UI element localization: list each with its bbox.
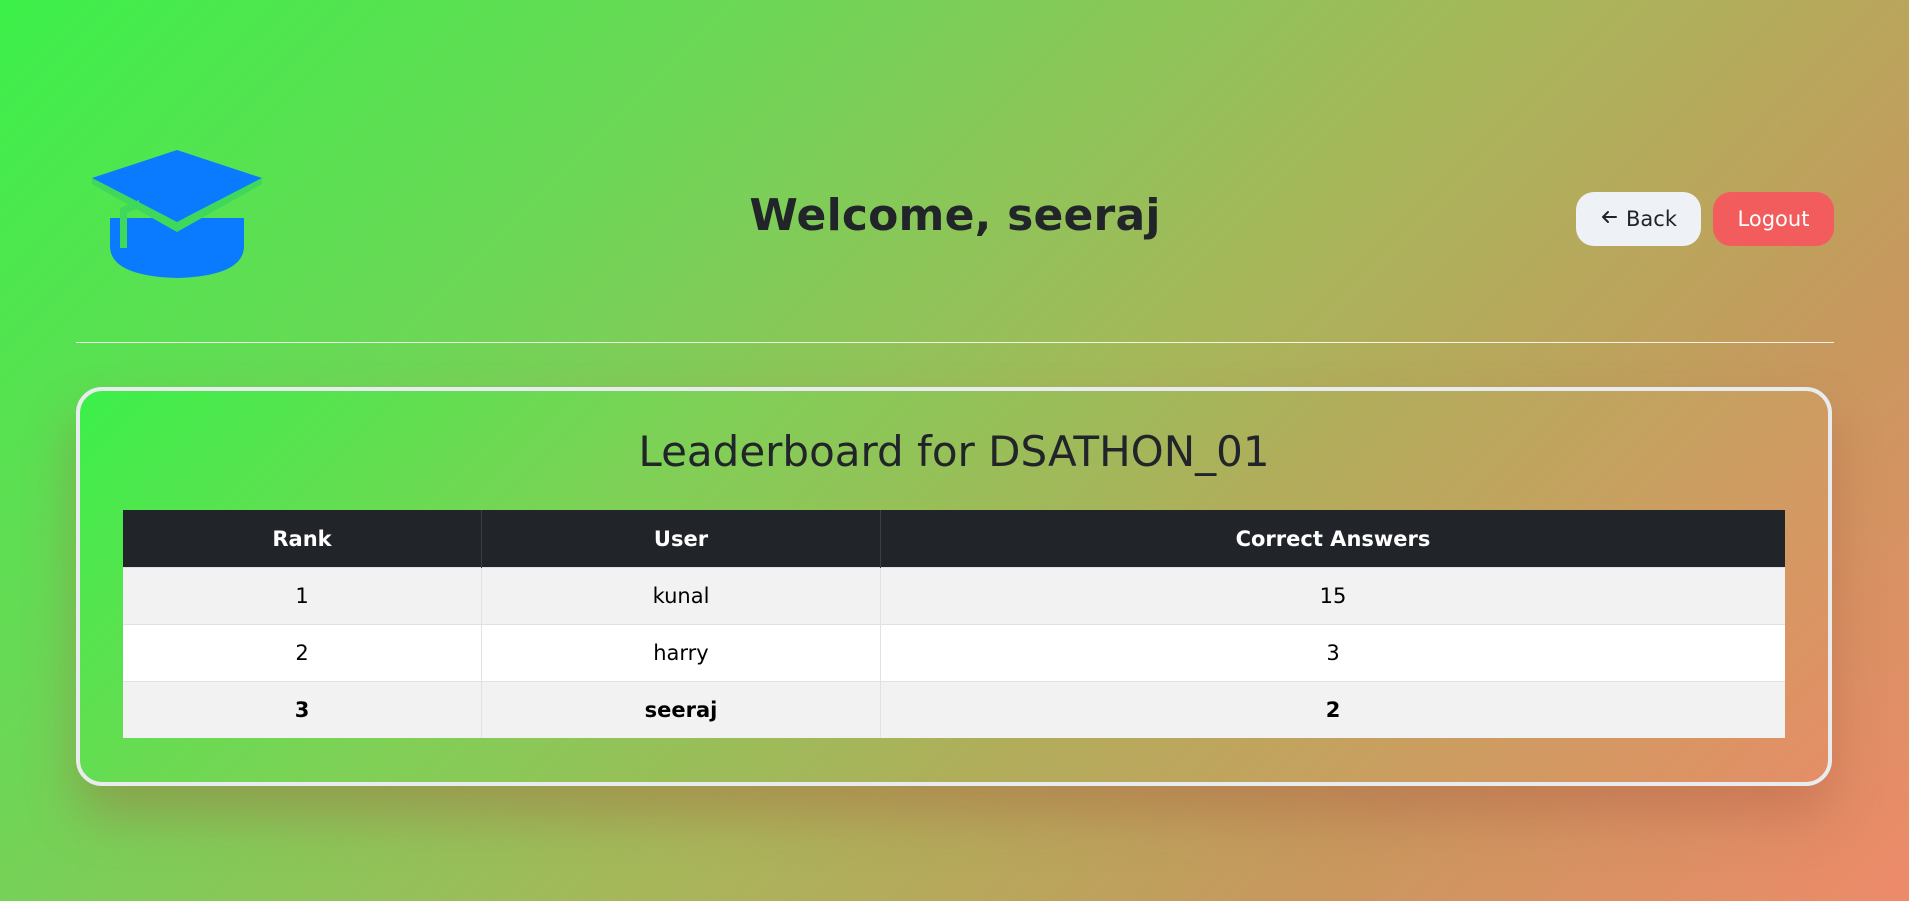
page: Welcome, seeraj Back Logout Leaderboard … bbox=[0, 0, 1909, 901]
user-cell: harry bbox=[481, 624, 881, 682]
logout-button[interactable]: Logout bbox=[1713, 192, 1834, 246]
column-header-user: User bbox=[481, 510, 881, 568]
back-button[interactable]: Back bbox=[1576, 192, 1701, 246]
user-cell: kunal bbox=[481, 567, 881, 625]
leaderboard-title: Leaderboard for DSATHON_01 bbox=[638, 427, 1270, 476]
divider bbox=[76, 342, 1834, 343]
header: Welcome, seeraj Back Logout bbox=[76, 140, 1834, 300]
leaderboard-table: Rank User Correct Answers 1 kunal 15 2 h… bbox=[123, 510, 1785, 738]
header-actions: Back Logout bbox=[1576, 192, 1834, 246]
correct-answers-cell: 2 bbox=[880, 681, 1785, 738]
column-header-correct-answers: Correct Answers bbox=[880, 510, 1785, 568]
welcome-heading: Welcome, seeraj bbox=[749, 190, 1161, 241]
rank-cell: 2 bbox=[123, 624, 482, 682]
rank-cell: 3 bbox=[123, 681, 482, 738]
correct-answers-cell: 15 bbox=[880, 567, 1785, 625]
user-cell: seeraj bbox=[481, 681, 881, 738]
column-header-rank: Rank bbox=[123, 510, 482, 568]
back-label: Back bbox=[1626, 207, 1677, 231]
leaderboard-card: Leaderboard for DSATHON_01 Rank User Cor… bbox=[76, 387, 1832, 786]
table-row: 2 harry 3 bbox=[123, 624, 1785, 682]
table-row: 1 kunal 15 bbox=[123, 567, 1785, 625]
rank-cell: 1 bbox=[123, 567, 482, 625]
table-row-current-user: 3 seeraj 2 bbox=[123, 681, 1785, 738]
correct-answers-cell: 3 bbox=[880, 624, 1785, 682]
table-header-row: Rank User Correct Answers bbox=[123, 510, 1785, 568]
arrow-left-icon bbox=[1600, 207, 1618, 231]
